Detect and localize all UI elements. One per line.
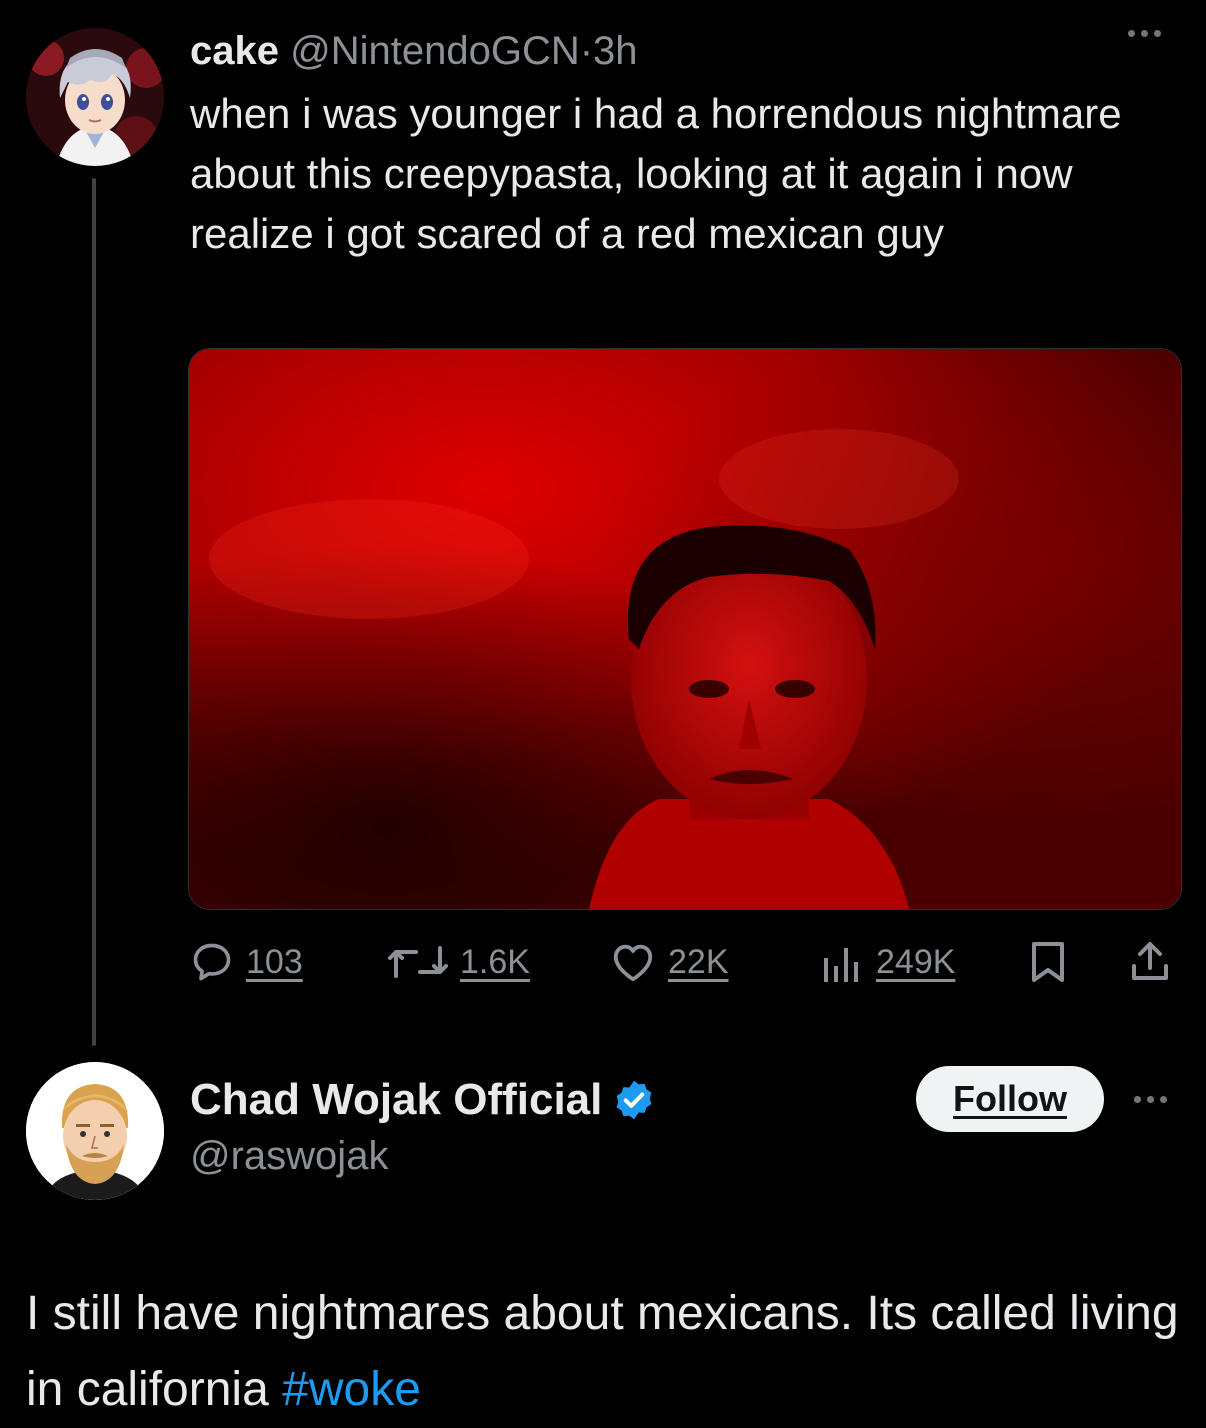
tweet-media[interactable] bbox=[188, 348, 1182, 910]
timestamp[interactable]: 3h bbox=[593, 29, 638, 73]
more-options-icon[interactable] bbox=[1134, 1096, 1167, 1103]
anime-avatar-icon bbox=[26, 28, 164, 166]
bookmark-button[interactable] bbox=[1028, 932, 1068, 992]
display-name[interactable]: cake bbox=[190, 29, 279, 73]
handle[interactable]: @NintendoGCN bbox=[290, 29, 580, 73]
share-button[interactable] bbox=[1128, 932, 1172, 992]
tweet-text: I still have nightmares about mexicans. … bbox=[26, 1276, 1186, 1428]
more-options-icon[interactable] bbox=[1128, 30, 1161, 37]
follow-button[interactable]: Follow bbox=[916, 1066, 1104, 1132]
retweet-icon bbox=[388, 946, 448, 978]
verified-badge-icon bbox=[616, 1080, 652, 1120]
avatar[interactable] bbox=[26, 1062, 164, 1200]
reply-count: 103 bbox=[246, 942, 303, 981]
reply-icon bbox=[193, 943, 231, 981]
red-photo-of-man-icon bbox=[189, 349, 1181, 909]
views-count: 249K bbox=[876, 942, 956, 981]
separator: · bbox=[579, 29, 594, 73]
retweet-button[interactable]: 1.6K bbox=[388, 932, 530, 992]
display-name[interactable]: Chad Wojak Official bbox=[190, 1072, 656, 1128]
reply-button[interactable]: 103 bbox=[190, 932, 303, 992]
thread-line bbox=[92, 178, 96, 1046]
share-icon bbox=[1132, 942, 1168, 980]
tweet-header: cake @NintendoGCN·3h bbox=[190, 26, 638, 76]
display-name-text: Chad Wojak Official bbox=[190, 1075, 603, 1124]
like-count: 22K bbox=[668, 942, 729, 981]
hashtag-link[interactable]: #woke bbox=[282, 1363, 421, 1416]
handle[interactable]: @raswojak bbox=[190, 1130, 388, 1182]
tweet-text: when i was younger i had a horrendous ni… bbox=[190, 90, 1122, 257]
tweet-body: I still have nightmares about mexicans. … bbox=[26, 1287, 1179, 1416]
bookmark-icon bbox=[1032, 942, 1064, 982]
avatar[interactable] bbox=[26, 28, 164, 166]
like-button[interactable]: 22K bbox=[610, 932, 729, 992]
retweet-count: 1.6K bbox=[460, 942, 530, 981]
tweet-actions: 103 1.6K 22K 249K bbox=[190, 932, 1180, 992]
bearded-man-avatar-icon bbox=[26, 1062, 164, 1200]
views-button[interactable]: 249K bbox=[820, 932, 955, 992]
bar-chart-icon bbox=[824, 948, 858, 982]
heart-icon bbox=[613, 944, 653, 982]
